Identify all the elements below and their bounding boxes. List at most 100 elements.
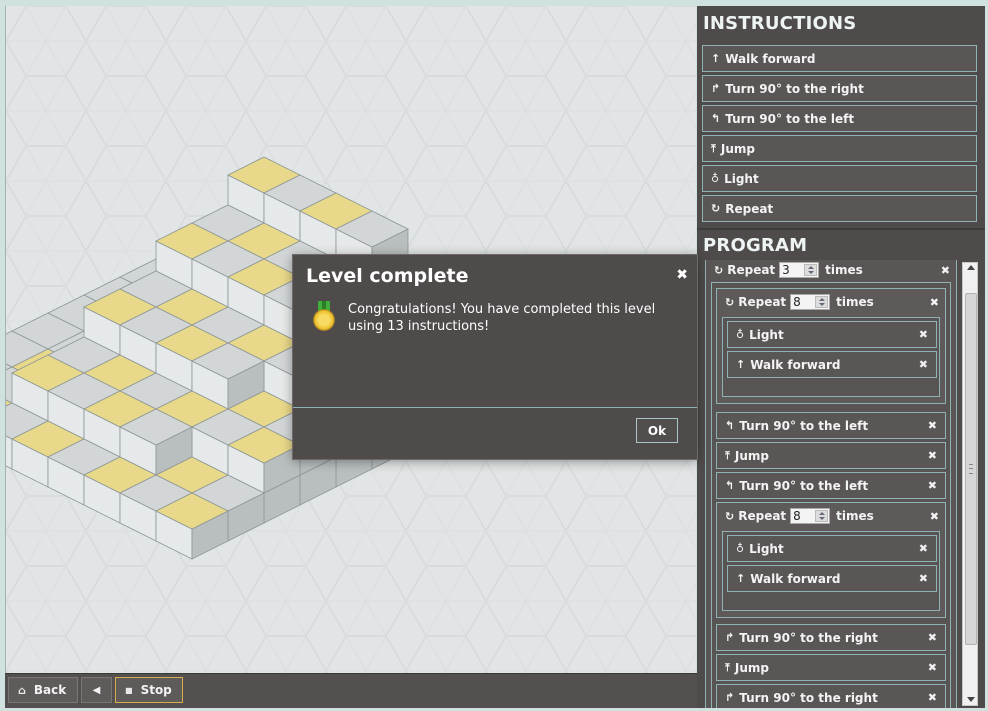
instruction-repeat[interactable]: ↻ Repeat [702,195,977,222]
jump-icon: ⤒ [711,141,716,155]
instruction-label: Walk forward [725,51,816,66]
delete-icon[interactable]: ✖ [919,542,928,555]
medal-icon [313,301,335,331]
back-label: Back [33,683,67,697]
stop-button[interactable]: ■ Stop [115,677,183,703]
repeat-header: ↻ Repeat 8 times ✖ [717,291,945,313]
back-button[interactable]: ⌂ Back [8,677,78,703]
program-scrollbar[interactable] [962,262,978,706]
item-label: Light [749,327,784,342]
instruction-light[interactable]: ♁ Light [702,165,977,192]
dialog-divider [293,407,697,408]
repeat-label: Repeat [727,263,776,277]
program-item-walk-forward[interactable]: ↑ Walk forward ✖ [727,565,937,592]
inner-repeat-block-2[interactable]: ↻ Repeat 8 times ✖ ♁ Light ✖ ↑ Walk forw… [716,502,946,618]
times-label: times [825,263,863,277]
item-label: Jump [734,448,769,463]
repeat-count-input[interactable]: 8 [790,508,831,524]
spinner-icon[interactable] [815,510,829,522]
item-label: Walk forward [750,571,841,586]
times-label: times [836,509,874,523]
delete-icon[interactable]: ✖ [928,449,937,462]
dialog-message: Congratulations! You have completed this… [348,302,656,334]
grip-icon [969,464,973,474]
delete-icon[interactable]: ✖ [919,328,928,341]
item-label: Turn 90° to the left [739,418,869,433]
arrow-up-icon: ↑ [736,572,746,585]
instruction-turn-left[interactable]: ↰ Turn 90° to the left [702,105,977,132]
repeat-label: Repeat [738,509,787,523]
bulb-icon: ♁ [736,542,745,555]
repeat-count-value: 3 [782,263,790,277]
app-window: ⌂ Back ◀ ■ Stop INSTRUCTIONS ↑ Walk forw… [0,0,988,711]
repeat-icon: ↻ [711,202,721,215]
step-back-button[interactable]: ◀ [81,677,112,703]
outer-repeat-body: ↻ Repeat 8 times ✖ ♁ Light ✖ ↑ Walk forw… [711,282,951,708]
delete-icon[interactable]: ✖ [941,264,950,277]
turn-right-icon: ↱ [725,631,735,644]
instruction-label: Light [724,171,759,186]
program-item-turn-right[interactable]: ↱ Turn 90° to the right ✖ [716,624,946,651]
scroll-thumb[interactable] [965,293,977,645]
delete-icon[interactable]: ✖ [928,661,937,674]
repeat-count-input[interactable]: 8 [790,294,831,310]
repeat-label: Repeat [738,295,787,309]
repeat-count-input[interactable]: 3 [779,262,820,278]
triangle-left-icon: ◀ [92,684,101,696]
bulb-icon: ♁ [736,328,745,341]
delete-icon[interactable]: ✖ [928,631,937,644]
instruction-label: Turn 90° to the right [725,81,864,96]
turn-left-icon: ↰ [725,419,735,432]
level-complete-dialog: Level complete ✖ Congratulations! You ha… [292,254,698,460]
delete-icon[interactable]: ✖ [928,691,937,704]
item-label: Jump [734,660,769,675]
program-list[interactable]: ↻ Repeat 3 times ✖ ↻ Repeat 8 times ✖ ♁ … [705,260,959,708]
repeat-body: ♁ Light ✖ ↑ Walk forward ✖ [722,531,940,611]
spinner-icon[interactable] [815,296,829,308]
repeat-header: ↻ Repeat 3 times ✖ [706,260,956,281]
home-icon: ⌂ [18,683,26,697]
turn-left-icon: ↰ [711,112,721,125]
item-label: Turn 90° to the left [739,478,869,493]
section-divider [697,228,985,230]
program-item-jump[interactable]: ⤒ Jump ✖ [716,654,946,681]
program-item-turn-left[interactable]: ↰ Turn 90° to the left ✖ [716,412,946,439]
program-item-light[interactable]: ♁ Light ✖ [727,535,937,562]
instruction-label: Repeat [725,201,774,216]
program-item-turn-right[interactable]: ↱ Turn 90° to the right ✖ [716,684,946,708]
repeat-count-value: 8 [793,509,801,523]
item-label: Walk forward [750,357,841,372]
scroll-up-arrow-icon[interactable] [967,265,975,270]
close-icon[interactable]: ✖ [676,267,688,283]
repeat-icon: ↻ [714,263,724,277]
side-panel: INSTRUCTIONS ↑ Walk forward ↱ Turn 90° t… [697,6,985,708]
program-item-walk-forward[interactable]: ↑ Walk forward ✖ [727,351,937,378]
turn-left-icon: ↰ [725,479,735,492]
repeat-body: ♁ Light ✖ ↑ Walk forward ✖ [722,317,940,397]
instruction-walk-forward[interactable]: ↑ Walk forward [702,45,977,72]
ok-button[interactable]: Ok [636,418,678,443]
jump-icon: ⤒ [725,660,730,674]
instruction-jump[interactable]: ⤒ Jump [702,135,977,162]
program-item-turn-left[interactable]: ↰ Turn 90° to the left ✖ [716,472,946,499]
delete-icon[interactable]: ✖ [919,358,928,371]
instructions-title: INSTRUCTIONS [703,13,857,34]
delete-icon[interactable]: ✖ [930,296,939,309]
delete-icon[interactable]: ✖ [919,572,928,585]
instruction-turn-right[interactable]: ↱ Turn 90° to the right [702,75,977,102]
spinner-icon[interactable] [804,264,818,276]
delete-icon[interactable]: ✖ [928,419,937,432]
outer-repeat-block[interactable]: ↻ Repeat 3 times ✖ ↻ Repeat 8 times ✖ ♁ … [705,260,957,708]
program-item-light[interactable]: ♁ Light ✖ [727,321,937,348]
delete-icon[interactable]: ✖ [930,510,939,523]
dialog-title: Level complete [306,265,469,287]
jump-icon: ⤒ [725,448,730,462]
turn-right-icon: ↱ [711,82,721,95]
delete-icon[interactable]: ✖ [928,479,937,492]
scroll-down-arrow-icon[interactable] [967,697,975,702]
program-item-jump[interactable]: ⤒ Jump ✖ [716,442,946,469]
inner-repeat-block-1[interactable]: ↻ Repeat 8 times ✖ ♁ Light ✖ ↑ Walk forw… [716,288,946,404]
bottom-toolbar: ⌂ Back ◀ ■ Stop [5,673,697,708]
arrow-up-icon: ↑ [711,52,721,65]
program-title: PROGRAM [703,235,808,256]
